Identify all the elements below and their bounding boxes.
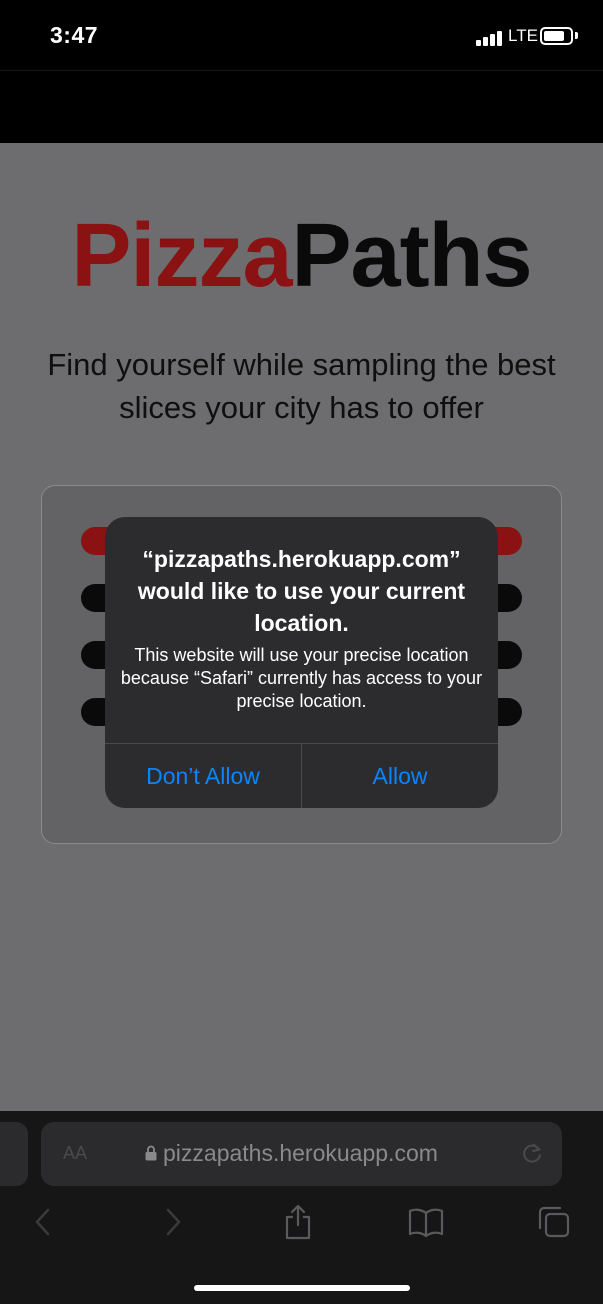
logo-part-pizza: Pizza bbox=[71, 206, 292, 306]
cellular-signal-icon bbox=[476, 30, 502, 46]
status-bar: 3:47 LTE bbox=[0, 0, 603, 70]
browser-top-area bbox=[0, 70, 603, 143]
address-bar[interactable]: AA pizzapaths.herokuapp.com bbox=[41, 1122, 562, 1186]
dialog-title: “pizzapaths.herokuapp.com” would like to… bbox=[137, 546, 466, 636]
allow-button[interactable]: Allow bbox=[302, 744, 498, 808]
bookmarks-icon[interactable] bbox=[408, 1206, 444, 1238]
back-icon[interactable] bbox=[28, 1206, 60, 1238]
share-icon[interactable] bbox=[282, 1203, 314, 1241]
pizzapaths-logo: PizzaPaths bbox=[0, 205, 603, 308]
web-page: PizzaPaths Find yourself while sampling … bbox=[0, 143, 603, 1111]
text-size-button[interactable]: AA bbox=[63, 1143, 87, 1164]
lock-icon bbox=[145, 1145, 157, 1161]
logo-part-paths: Paths bbox=[291, 206, 533, 306]
dialog-message: This website will use your precise locat… bbox=[120, 645, 483, 711]
safari-bottom-bar: AA pizzapaths.herokuapp.com bbox=[0, 1111, 603, 1304]
page-tagline: Find yourself while sampling the best sl… bbox=[47, 347, 556, 425]
forward-icon[interactable] bbox=[156, 1206, 188, 1238]
text-size-label: AA bbox=[63, 1143, 88, 1163]
battery-tip bbox=[575, 32, 578, 39]
status-time: 3:47 bbox=[50, 22, 99, 48]
tabs-icon[interactable] bbox=[536, 1206, 572, 1238]
home-indicator bbox=[194, 1285, 410, 1291]
previous-tab-preview[interactable] bbox=[0, 1122, 28, 1186]
battery-icon bbox=[540, 27, 573, 45]
reload-icon[interactable] bbox=[519, 1140, 545, 1166]
dont-allow-button[interactable]: Don’t Allow bbox=[105, 744, 301, 808]
url-text: pizzapaths.herokuapp.com bbox=[163, 1140, 438, 1166]
network-type-label: LTE bbox=[508, 26, 538, 45]
location-permission-dialog: “pizzapaths.herokuapp.com” would like to… bbox=[105, 517, 498, 808]
